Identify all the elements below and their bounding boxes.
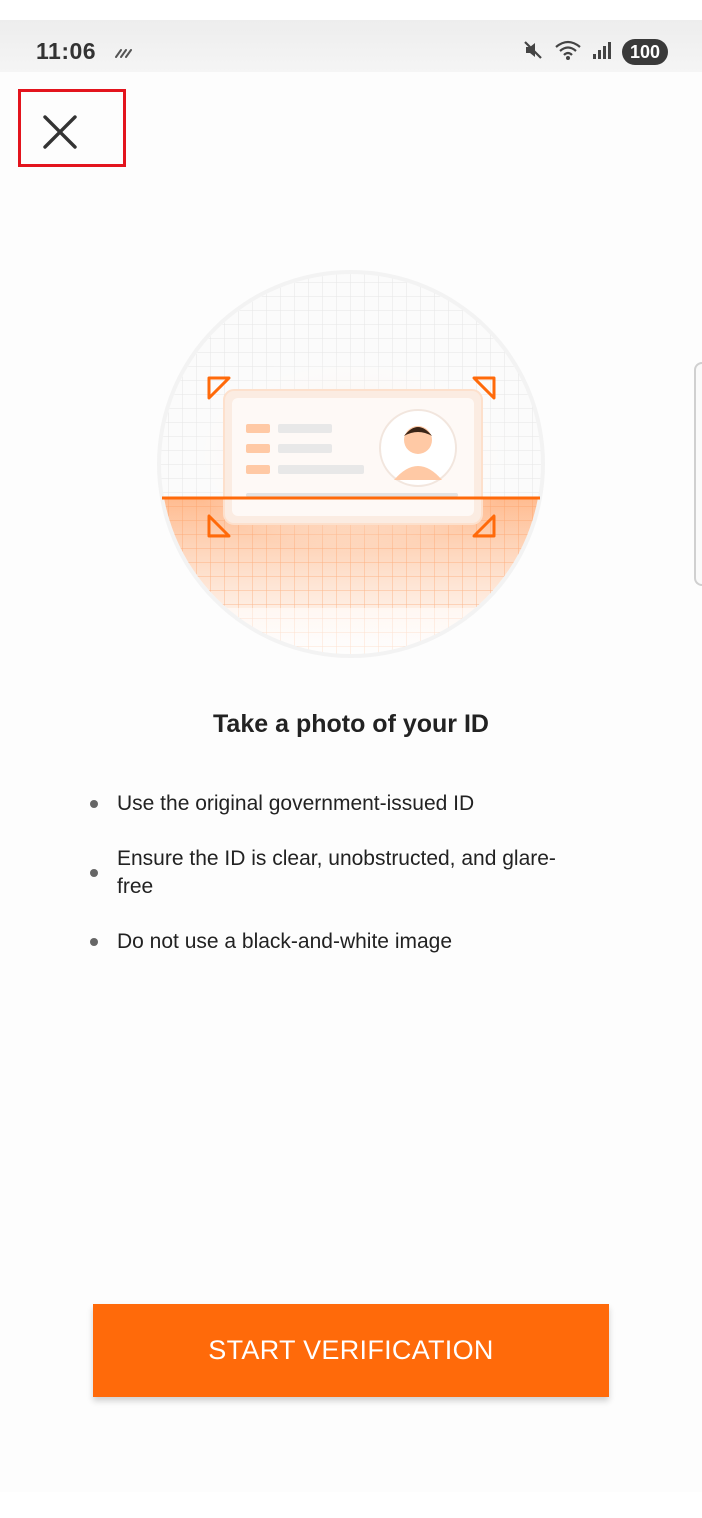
list-item: Use the original government-issued ID [90, 790, 560, 818]
instruction-text: Use the original government-issued ID [117, 792, 475, 815]
wifi-icon [554, 39, 582, 66]
instructions-list: Use the original government-issued ID En… [90, 790, 560, 983]
sync-icon [114, 46, 134, 64]
id-card-scan-illustration [154, 268, 548, 660]
top-strip [0, 0, 702, 20]
list-item: Ensure the ID is clear, unobstructed, an… [90, 845, 560, 901]
instruction-text: Do not use a black-and-white image [117, 930, 453, 953]
side-panel-handle[interactable] [694, 362, 702, 586]
bullet-icon [90, 938, 98, 946]
bullet-icon [90, 800, 98, 808]
start-verification-button[interactable]: START VERIFICATION [93, 1304, 609, 1397]
battery-icon: 100 [621, 39, 668, 65]
instruction-text: Ensure the ID is clear, unobstructed, an… [117, 847, 556, 898]
status-bar: 11:06 100 [0, 20, 702, 72]
screen: 11:06 100 Take a photo of your ID Use th… [0, 0, 702, 1518]
signal-icon [592, 40, 612, 65]
close-button[interactable] [18, 89, 126, 167]
mute-icon [522, 39, 544, 66]
bottom-strip [0, 1492, 702, 1518]
status-icons: 100 [522, 38, 668, 66]
list-item: Do not use a black-and-white image [90, 928, 560, 956]
status-time: 11:06 [36, 38, 97, 64]
close-icon [43, 115, 77, 149]
bullet-icon [90, 869, 98, 877]
page-title: Take a photo of your ID [213, 710, 489, 738]
